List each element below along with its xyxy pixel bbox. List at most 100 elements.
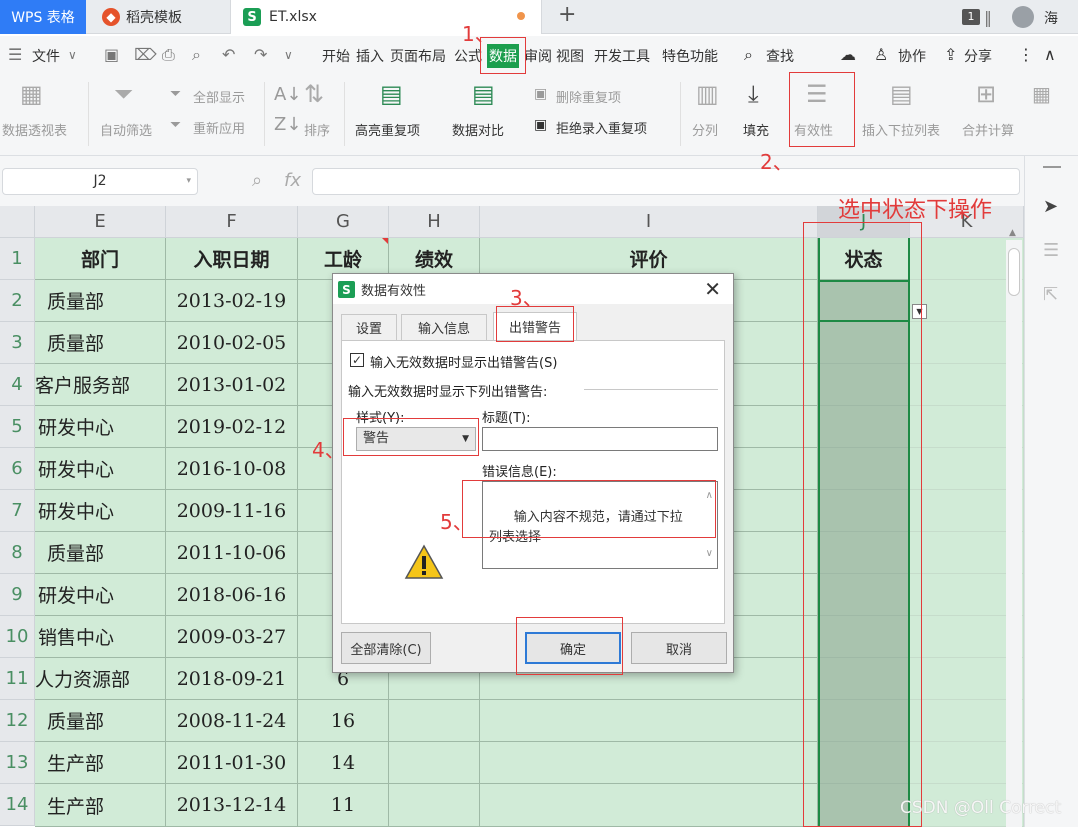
row-header[interactable]: 4 [0, 364, 35, 406]
table-cell-dept[interactable]: 质量部 [35, 532, 166, 574]
table-cell[interactable] [480, 784, 818, 827]
row-header[interactable]: 10 [0, 616, 35, 658]
menu-review[interactable]: 审阅 [524, 46, 552, 66]
scrollbar-thumb[interactable] [1008, 248, 1020, 296]
table-cell-years[interactable]: 11 [298, 784, 389, 827]
header-cell-date[interactable]: 入职日期 [166, 238, 298, 280]
cancel-button[interactable]: 取消 [631, 632, 727, 664]
table-cell-date[interactable]: 2010-02-05 [166, 322, 298, 364]
save-icon[interactable]: ▣ [104, 45, 119, 64]
name-box[interactable]: J2 ▾ [2, 168, 198, 195]
quick-access-chevron-icon[interactable]: ∨ [284, 48, 293, 62]
undo-icon[interactable]: ↶ [222, 45, 235, 64]
share-icon[interactable]: ⇪ [944, 45, 957, 64]
clear-all-button[interactable]: 全部清除(C) [341, 632, 431, 664]
print-icon[interactable]: ⎙ [162, 45, 175, 65]
table-cell-date[interactable]: 2018-09-21 [166, 658, 298, 700]
table-cell-dept[interactable]: 销售中心 [35, 616, 166, 658]
table-cell-date[interactable]: 2008-11-24 [166, 700, 298, 742]
table-cell-date[interactable]: 2019-02-12 [166, 406, 298, 448]
menu-developer[interactable]: 开发工具 [594, 46, 650, 66]
tab-input-message[interactable]: 输入信息 [401, 314, 487, 340]
window-list-icon[interactable]: ‖ [984, 8, 992, 27]
tab-settings[interactable]: 设置 [341, 314, 397, 340]
row-header[interactable]: 11 [0, 658, 35, 700]
close-icon[interactable]: ✕ [704, 277, 721, 301]
col-header-i[interactable]: I [480, 206, 818, 238]
menu-formula[interactable]: 公式 [454, 46, 482, 66]
table-cell-years[interactable]: 14 [298, 742, 389, 784]
highlight-duplicates-button[interactable]: 高亮重复项 [355, 120, 420, 139]
table-cell-dept[interactable]: 研发中心 [35, 448, 166, 490]
row-header[interactable]: 13 [0, 742, 35, 784]
table-cell[interactable] [480, 742, 818, 784]
format-painter-icon[interactable]: ⌦ [134, 45, 157, 64]
row-header[interactable]: 8 [0, 532, 35, 574]
col-header-g[interactable]: G [298, 206, 389, 238]
table-cell-date[interactable]: 2011-01-30 [166, 742, 298, 784]
row-header[interactable]: 6 [0, 448, 35, 490]
row-header[interactable]: 2 [0, 280, 35, 322]
table-cell[interactable] [389, 700, 480, 742]
menu-page-layout[interactable]: 页面布局 [390, 46, 446, 66]
table-cell-date[interactable]: 2013-01-02 [166, 364, 298, 406]
menu-home[interactable]: 开始 [322, 46, 350, 66]
new-tab-button[interactable]: + [558, 2, 576, 27]
user-name[interactable]: 海 [1044, 8, 1058, 28]
row-header[interactable]: 5 [0, 406, 35, 448]
menu-special[interactable]: 特色功能 [662, 46, 718, 66]
table-cell-date[interactable]: 2013-02-19 [166, 280, 298, 322]
tab-et-xlsx[interactable]: S ET.xlsx [230, 0, 542, 34]
row-header[interactable]: 7 [0, 490, 35, 532]
show-error-label[interactable]: 输入无效数据时显示出错警告(S) [370, 352, 557, 371]
row-header[interactable]: 14 [0, 784, 35, 826]
row-header[interactable]: 1 [0, 238, 35, 280]
scroll-up-icon[interactable]: ▲ [1009, 228, 1016, 238]
table-cell[interactable] [389, 784, 480, 827]
redo-icon[interactable]: ↷ [254, 45, 267, 64]
table-cell-date[interactable]: 2016-10-08 [166, 448, 298, 490]
row-header[interactable]: 9 [0, 574, 35, 616]
table-cell-dept[interactable]: 质量部 [35, 280, 166, 322]
row-header[interactable]: 3 [0, 322, 35, 364]
title-input[interactable] [482, 427, 718, 451]
col-header-f[interactable]: F [166, 206, 298, 238]
table-cell-dept[interactable]: 研发中心 [35, 406, 166, 448]
show-all-button[interactable]: 全部显示 [193, 87, 245, 106]
fx-icon[interactable]: fx [284, 170, 301, 191]
table-cell-dept[interactable]: 质量部 [35, 322, 166, 364]
panel-handle[interactable] [1043, 166, 1061, 168]
table-cell-date[interactable]: 2009-03-27 [166, 616, 298, 658]
collapse-ribbon-icon[interactable]: ∧ [1044, 45, 1056, 64]
name-box-dropdown-icon[interactable]: ▾ [186, 169, 191, 194]
table-cell-dept[interactable]: 生产部 [35, 784, 166, 827]
table-cell-dept[interactable]: 研发中心 [35, 574, 166, 616]
table-cell-dept[interactable]: 人力资源部 [35, 658, 166, 700]
settings-sliders-icon[interactable]: ☰ [1043, 240, 1059, 261]
menu-search[interactable]: 查找 [766, 46, 794, 66]
col-header-h[interactable]: H [389, 206, 480, 238]
pivot-table-button[interactable]: 数据透视表 [2, 120, 67, 139]
data-compare-button[interactable]: 数据对比 [452, 120, 504, 139]
share-panel-icon[interactable]: ⇱ [1043, 284, 1058, 305]
cloud-icon[interactable]: ☁ [840, 45, 856, 64]
show-error-checkbox[interactable]: ✓ [350, 353, 364, 367]
tab-template[interactable]: ◆ 稻壳模板 [88, 0, 228, 34]
col-header-e[interactable]: E [35, 206, 166, 238]
tab-wps-spreadsheet[interactable]: WPS 表格 [0, 0, 86, 34]
scroll-down-icon[interactable]: ∨ [706, 544, 713, 564]
table-cell-years[interactable]: 16 [298, 700, 389, 742]
insert-dropdown-button[interactable]: 插入下拉列表 [862, 120, 940, 139]
table-cell-date[interactable]: 2011-10-06 [166, 532, 298, 574]
consolidate-button[interactable]: 合并计算 [962, 120, 1014, 139]
menu-share[interactable]: 分享 [964, 46, 992, 66]
menu-view[interactable]: 视图 [556, 46, 584, 66]
autofilter-button[interactable]: 自动筛选 [100, 120, 152, 139]
cursor-select-icon[interactable]: ➤ [1043, 196, 1058, 217]
more-icon[interactable]: ⋮ [1018, 45, 1034, 64]
table-cell-dept[interactable]: 客户服务部 [35, 364, 166, 406]
reapply-button[interactable]: 重新应用 [193, 118, 245, 137]
table-cell-dept[interactable]: 研发中心 [35, 490, 166, 532]
print-preview-icon[interactable]: ⌕ [192, 45, 201, 65]
menu-insert[interactable]: 插入 [356, 46, 384, 66]
